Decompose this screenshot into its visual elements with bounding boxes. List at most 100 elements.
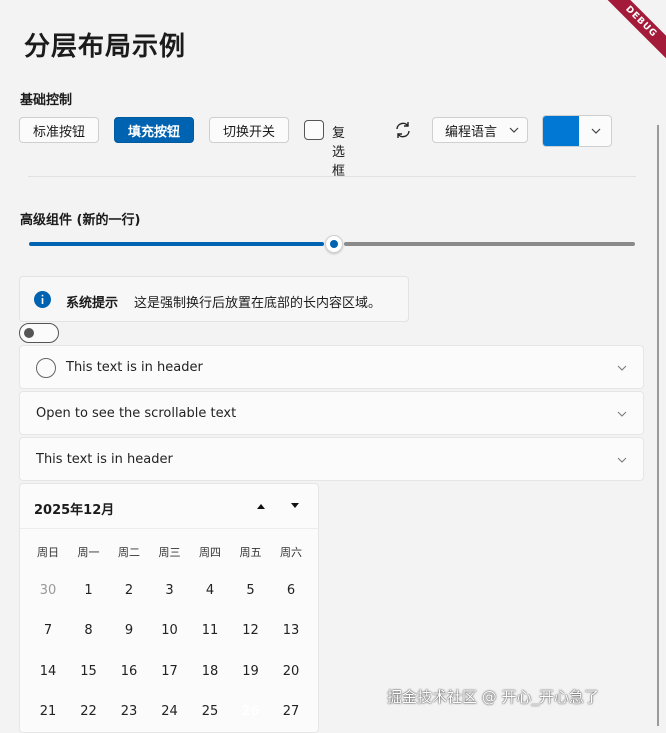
- calendar-month-label[interactable]: 2025年12月: [34, 499, 114, 518]
- refresh-icon[interactable]: [393, 120, 413, 140]
- calendar-day[interactable]: 3: [150, 571, 190, 611]
- calendar-weekday: 周日: [37, 546, 59, 559]
- calendar-day-number: 7: [43, 623, 53, 639]
- calendar-day-number: 14: [39, 663, 57, 679]
- chevron-down-icon: [617, 365, 627, 371]
- expander-3[interactable]: This text is in header: [19, 437, 644, 481]
- checkbox-label: 复选框: [332, 126, 346, 179]
- calendar-day-number: 9: [124, 623, 134, 639]
- calendar-day-number: 11: [201, 623, 219, 639]
- calendar-day-number: 25: [201, 703, 219, 719]
- radio-button[interactable]: [36, 358, 56, 378]
- toggle-switch[interactable]: [19, 323, 59, 343]
- calendar-day-number: 1: [84, 583, 93, 598]
- info-bar-message: 这是强制换行后放置在底部的长内容区域。: [134, 296, 382, 311]
- calendar-day-number: 12: [242, 623, 259, 639]
- caret-up-icon[interactable]: [254, 500, 268, 512]
- calendar-weekday: 周一: [77, 546, 100, 559]
- slider-track-filled: [29, 242, 324, 246]
- calendar-weekday: 周四: [199, 546, 221, 559]
- slider-thumb[interactable]: [325, 235, 343, 253]
- expander-2[interactable]: Open to see the scrollable text: [19, 391, 644, 435]
- calendar-day[interactable]: 30: [28, 571, 68, 611]
- slider[interactable]: [29, 235, 635, 253]
- calendar-day[interactable]: 10: [150, 611, 190, 651]
- basic-section-label: 基础控制: [20, 93, 73, 108]
- calendar-day[interactable]: 9: [109, 611, 149, 651]
- scrollbar[interactable]: [657, 125, 659, 726]
- expander-header-label: Open to see the scrollable text: [36, 406, 237, 421]
- calendar-day-number: 19: [242, 663, 259, 679]
- calendar-day-number: 16: [120, 663, 138, 679]
- expander-1[interactable]: This text is in header: [19, 345, 644, 389]
- calendar-day-number: 24: [161, 703, 178, 719]
- calendar-weekdays: 周日 周一 周二 周三 周四 周五 周六: [28, 544, 312, 560]
- watermark-text: 掘金技术社区 @ 开心_开心急了: [387, 688, 600, 706]
- chevron-down-icon: [591, 128, 601, 134]
- calendar-day[interactable]: 19: [231, 652, 271, 692]
- calendar-day-number: 10: [161, 623, 178, 639]
- info-bar: 系统提示 这是强制换行后放置在底部的长内容区域。: [19, 276, 409, 322]
- calendar-day[interactable]: 16: [109, 652, 149, 692]
- calendar-day[interactable]: 8: [69, 611, 109, 651]
- calendar-day-number: 4: [205, 583, 215, 598]
- calendar-day[interactable]: 5: [231, 571, 271, 611]
- calendar-day-number: 21: [39, 703, 57, 719]
- expander-header-label: This text is in header: [36, 452, 173, 467]
- info-icon: [34, 291, 51, 308]
- calendar-day-number: 22: [80, 703, 97, 719]
- calendar-header: 2025年12月: [20, 484, 318, 529]
- toggle-button[interactable]: 切换开关: [209, 117, 289, 143]
- calendar-day[interactable]: 6: [271, 571, 311, 611]
- calendar-weekday: 周三: [158, 546, 181, 559]
- chevron-down-icon: [617, 457, 627, 463]
- calendar-weekday: 周五: [239, 546, 262, 559]
- calendar-day-number: 6: [286, 583, 296, 598]
- standard-button[interactable]: 标准按钮: [19, 117, 99, 143]
- calendar-view: 2025年12月 周日 周一 周二 周三 周四 周五 周六 30 1 2 3 4 5 6 7 8 9 10 11 1…: [19, 483, 319, 733]
- language-combo-value: 编程语言: [445, 124, 498, 140]
- calendar-day[interactable]: 20: [271, 652, 311, 692]
- calendar-day[interactable]: 4: [190, 571, 230, 611]
- calendar-weekday: 周二: [118, 546, 140, 559]
- calendar-day-number: 27: [282, 703, 300, 719]
- calendar-day-number: 5: [246, 583, 255, 598]
- info-bar-title: 系统提示: [66, 296, 119, 311]
- checkbox[interactable]: [304, 120, 324, 140]
- calendar-day[interactable]: 14: [28, 652, 68, 692]
- calendar-day[interactable]: 1: [69, 571, 109, 611]
- chevron-down-icon: [617, 411, 627, 417]
- calendar-day-number: 15: [80, 663, 97, 679]
- calendar-day-number: 30: [39, 583, 57, 598]
- section-divider: [28, 176, 636, 177]
- calendar-day[interactable]: 18: [190, 652, 230, 692]
- calendar-day-number: 17: [161, 663, 178, 679]
- calendar-day-number: 18: [201, 663, 219, 679]
- caret-down-icon[interactable]: [288, 500, 302, 512]
- calendar-day-number: 23: [120, 703, 138, 719]
- calendar-day[interactable]: 2: [109, 571, 149, 611]
- calendar-day[interactable]: 17: [150, 652, 190, 692]
- calendar-day-number: 13: [282, 623, 300, 639]
- slider-track: [344, 242, 635, 246]
- calendar-day[interactable]: 13: [271, 611, 311, 651]
- debug-badge: DEBUG: [596, 0, 666, 67]
- filled-button[interactable]: 填充按钮: [114, 117, 194, 143]
- color-picker[interactable]: [542, 115, 612, 147]
- chevron-down-icon: [509, 127, 519, 133]
- calendar-day-number: 2: [124, 583, 134, 598]
- calendar-day-number: 8: [84, 623, 93, 639]
- calendar-day[interactable]: 11: [190, 611, 230, 651]
- calendar-day-number: 3: [165, 583, 174, 598]
- color-swatch[interactable]: [543, 116, 579, 146]
- calendar-day[interactable]: 7: [28, 611, 68, 651]
- calendar-day[interactable]: 12: [231, 611, 271, 651]
- calendar-day[interactable]: 15: [69, 652, 109, 692]
- calendar-day-number: 20: [282, 663, 300, 679]
- expander-header-label: This text is in header: [66, 360, 203, 375]
- calendar-weekday: 周六: [280, 546, 302, 559]
- calendar-day-number: 26: [241, 703, 260, 719]
- language-combo[interactable]: 编程语言: [432, 117, 528, 143]
- advanced-section-label: 高级组件 (新的一行): [20, 213, 141, 228]
- page-title: 分层布局示例: [24, 32, 187, 62]
